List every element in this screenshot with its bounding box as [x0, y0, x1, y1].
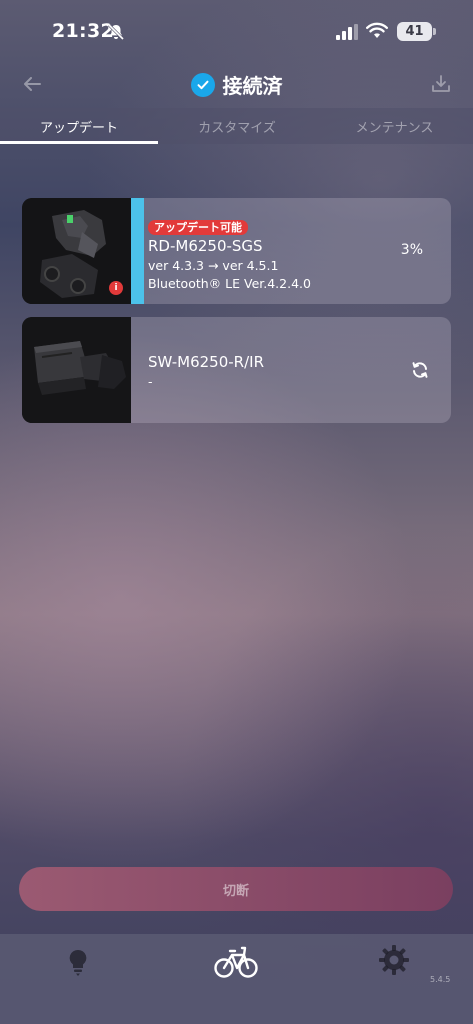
gear-icon[interactable]	[378, 944, 410, 976]
disconnect-button[interactable]: 切断	[19, 867, 453, 911]
bike-icon[interactable]	[214, 942, 258, 980]
device-info: SW-M6250-R/IR -	[148, 351, 264, 389]
info-icon: i	[109, 281, 123, 295]
device-sub-line: -	[148, 374, 153, 389]
update-progress: 3%	[400, 242, 423, 258]
page-title: 接続済	[222, 74, 283, 98]
bell-muted-icon	[107, 23, 125, 41]
battery-nub	[433, 28, 436, 35]
device-card-switch[interactable]: SW-M6250-R/IR -	[22, 317, 451, 423]
derailleur-image: i	[22, 198, 131, 304]
refresh-icon[interactable]	[410, 360, 430, 380]
connected-check-icon	[190, 72, 215, 97]
battery-level: 41	[405, 24, 424, 39]
signal-icon	[336, 24, 358, 40]
switch-image	[22, 317, 131, 423]
bluetooth-version: Bluetooth® LE Ver.4.2.4.0	[148, 276, 311, 291]
tab-maintenance[interactable]: メンテナンス	[316, 108, 473, 144]
status-time: 21:32	[52, 20, 114, 42]
device-model: SW-M6250-R/IR	[148, 353, 265, 371]
device-info: アップデート可能 RD-M6250-SGS ver 4.3.3 → ver 4.…	[148, 216, 311, 291]
wifi-icon	[366, 22, 388, 38]
device-card-derailleur[interactable]: i アップデート可能 RD-M6250-SGS ver 4.3.3 → ver …	[22, 198, 451, 304]
battery-icon: 41	[397, 22, 432, 41]
app-header: 接続済	[0, 62, 473, 108]
app-version: 5.4.5	[430, 975, 451, 984]
bottom-nav: 5.4.5	[0, 934, 473, 1024]
tab-bar: アップデート カスタマイズ メンテナンス	[0, 108, 473, 144]
firmware-version: ver 4.3.3 → ver 4.5.1	[148, 258, 279, 273]
status-bar: 21:32 41	[0, 0, 473, 62]
download-icon[interactable]	[429, 72, 453, 96]
update-available-badge: アップデート可能	[148, 220, 248, 235]
bulb-icon[interactable]	[66, 948, 90, 978]
tab-customize[interactable]: カスタマイズ	[158, 108, 316, 144]
device-model: RD-M6250-SGS	[148, 237, 263, 255]
update-accent-bar	[131, 198, 144, 304]
tab-update[interactable]: アップデート	[0, 108, 158, 144]
header-title-group: 接続済	[0, 70, 473, 99]
